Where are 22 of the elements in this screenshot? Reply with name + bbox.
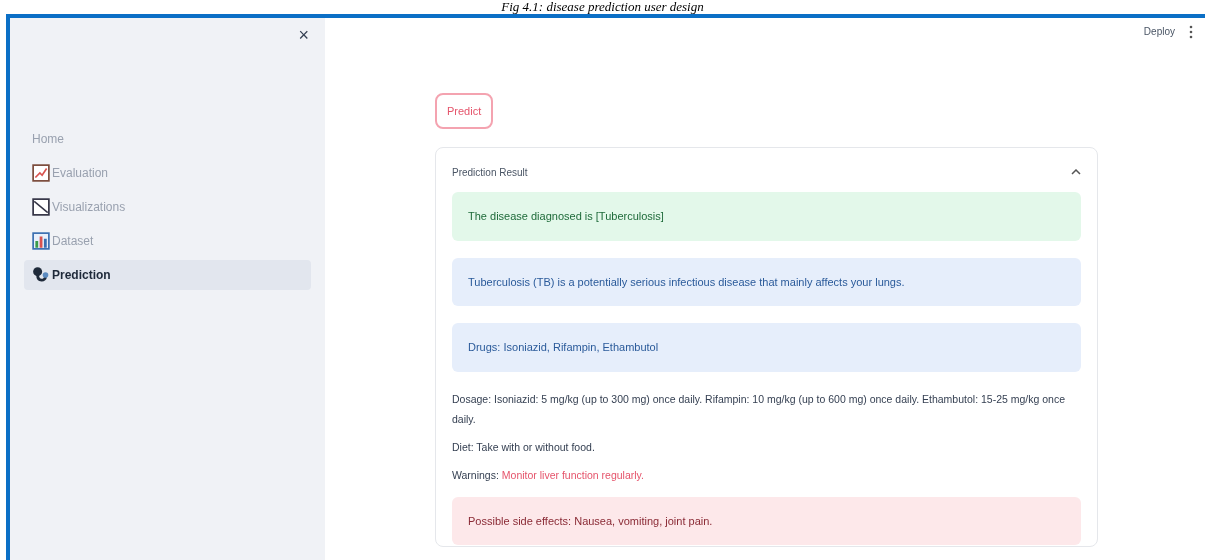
chart-icon — [32, 164, 50, 182]
info-alert: Drugs: Isoniazid, Rifampin, Ethambutol — [452, 323, 1081, 372]
sidebar-item[interactable]: Visualizations — [24, 192, 311, 222]
info-alert: Tuberculosis (TB) is a potentially serious infectious disease that mainly affects your lungs. — [452, 257, 1081, 306]
sidebar-item[interactable]: Dataset — [24, 226, 311, 256]
sidebar-item[interactable]: Evaluation — [24, 158, 311, 188]
sidebar-item[interactable]: Prediction — [24, 260, 311, 290]
bar-chart-icon — [32, 232, 50, 250]
expander-header[interactable]: Prediction Result — [452, 148, 1081, 192]
expander-title: Prediction Result — [452, 165, 528, 180]
deploy-button[interactable]: Deploy — [1143, 24, 1175, 39]
more-menu-icon[interactable] — [1189, 24, 1193, 39]
stethoscope-icon — [32, 266, 50, 284]
close-button[interactable]: × — [298, 26, 309, 44]
sidebar-item[interactable]: Home — [24, 124, 311, 154]
paragraph: Dosage: Isoniazid: 5 mg/kg (up to 300 mg) once daily. Rifampin: 10 mg/kg (up to 600 mg) once daily. Ethambutol: 15-25 mg/kg once daily. — [452, 391, 1067, 427]
paragraph: Diet: Take with or without food. — [452, 439, 596, 455]
figure-caption: Fig 4.1: disease prediction user design — [501, 0, 704, 14]
predict-button[interactable]: Predict — [435, 93, 494, 129]
warning-text: Warnings: Monitor liver function regularly. — [452, 467, 645, 483]
error-alert: Possible side effects: Nausea, vomiting, joint pain. — [452, 496, 1081, 545]
success-alert: The disease diagnosed is [Tuberculosis] — [452, 192, 1081, 241]
